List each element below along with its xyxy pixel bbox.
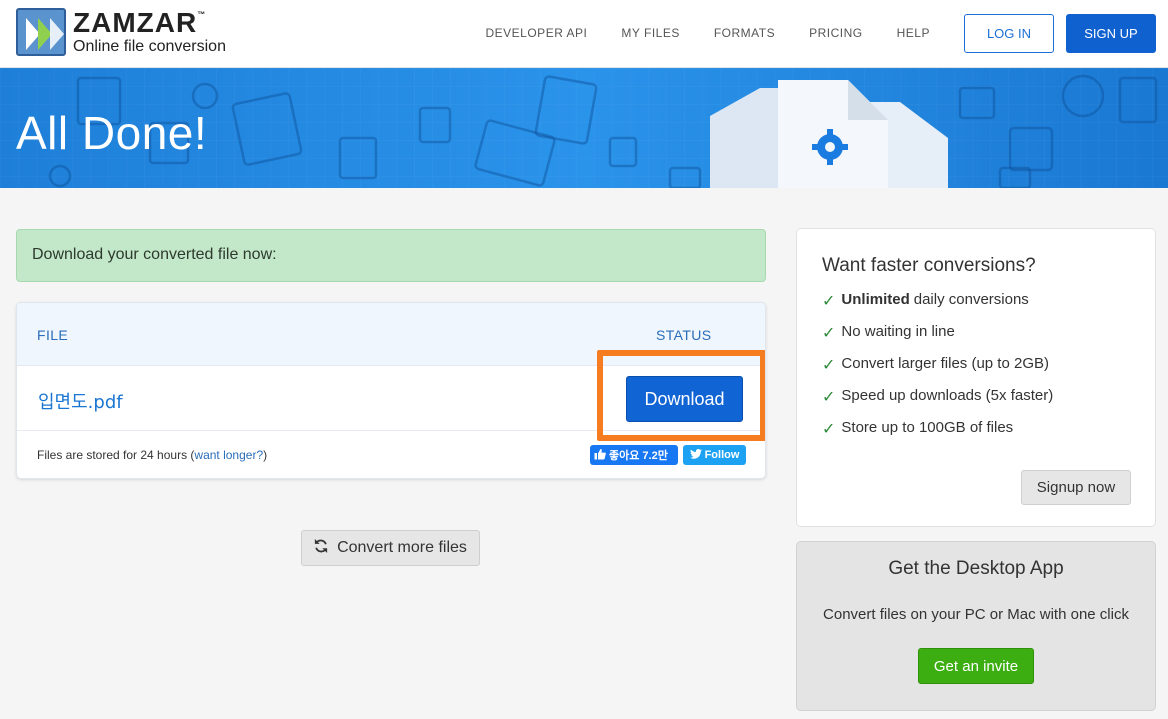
- nav-pricing[interactable]: PRICING: [809, 26, 863, 40]
- desktop-app-panel: Get the Desktop App Convert files on you…: [796, 541, 1156, 711]
- refresh-icon: [314, 538, 328, 558]
- check-icon: ✓: [822, 293, 836, 310]
- list-item: ✓ Speed up downloads (5x faster): [822, 387, 1054, 406]
- main-nav: DEVELOPER API MY FILES FORMATS PRICING H…: [486, 0, 1168, 66]
- faster-conversions-panel: Want faster conversions? ✓ Unlimited daily…: [796, 228, 1156, 527]
- logo-tagline: Online file conversion: [73, 38, 226, 55]
- twitter-bird-icon: [689, 448, 702, 462]
- logo-name: ZAMZAR™: [73, 7, 207, 38]
- get-invite-button[interactable]: Get an invite: [918, 648, 1034, 684]
- check-icon: ✓: [822, 357, 836, 374]
- list-item: ✓ Unlimited daily conversions: [822, 291, 1029, 310]
- want-longer-link[interactable]: want longer?: [194, 448, 263, 462]
- thumbs-up-icon: [594, 448, 606, 463]
- nav-developer-api[interactable]: DEVELOPER API: [486, 26, 588, 40]
- file-name-link[interactable]: 입면도.pdf: [38, 388, 123, 414]
- logo-arrows-icon: [16, 8, 66, 56]
- nav-help[interactable]: HELP: [897, 26, 930, 40]
- desktop-app-description: Convert files on your PC or Mac with one…: [823, 606, 1129, 623]
- signup-button[interactable]: SIGN UP: [1066, 13, 1156, 53]
- promo-benefits-list: ✓ Unlimited daily conversions ✓ No waiting …: [822, 291, 1053, 451]
- column-status: STATUS: [656, 327, 712, 343]
- hero-banner: All Done!: [0, 68, 1168, 188]
- desktop-app-title: Get the Desktop App: [888, 558, 1064, 579]
- promo-title: Want faster conversions?: [822, 255, 1036, 276]
- check-icon: ✓: [822, 389, 836, 406]
- storage-note: Files are stored for 24 hours (want long…: [37, 448, 268, 462]
- nav-my-files[interactable]: MY FILES: [621, 26, 679, 40]
- download-button[interactable]: Download: [626, 376, 743, 422]
- check-icon: ✓: [822, 421, 836, 438]
- nav-formats[interactable]: FORMATS: [714, 26, 775, 40]
- signup-now-button[interactable]: Signup now: [1021, 470, 1131, 505]
- success-alert: Download your converted file now:: [16, 229, 766, 282]
- page-title: All Done!: [16, 107, 208, 159]
- file-results-table: FILE STATUS 입면도.pdf Files are stored for…: [16, 302, 766, 479]
- check-icon: ✓: [822, 325, 836, 342]
- list-item: ✓ Convert larger files (up to 2GB): [822, 355, 1049, 374]
- twitter-follow-button[interactable]: Follow: [683, 445, 746, 465]
- facebook-like-button[interactable]: 좋아요 7.2만: [590, 445, 678, 465]
- zamzar-logo[interactable]: ZAMZAR™ Online file conversion: [16, 8, 226, 56]
- login-button[interactable]: LOG IN: [964, 13, 1054, 53]
- convert-more-files-button[interactable]: Convert more files: [301, 530, 480, 566]
- list-item: ✓ No waiting in line: [822, 323, 955, 342]
- list-item: ✓ Store up to 100GB of files: [822, 419, 1014, 438]
- column-file: FILE: [37, 327, 69, 343]
- site-header: ZAMZAR™ Online file conversion DEVELOPER…: [0, 0, 1168, 68]
